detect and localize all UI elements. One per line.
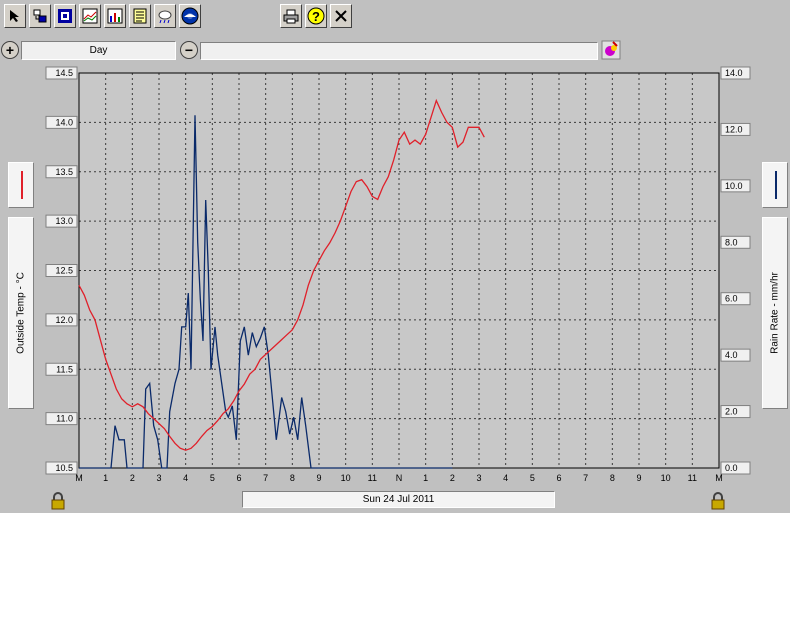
x-tick-label: 4	[503, 473, 508, 483]
y-left-tick-label: 14.5	[55, 68, 73, 78]
y-left-tick-label: 12.5	[55, 266, 73, 276]
x-tick-label: 8	[610, 473, 615, 483]
y-left-tick-label: 11.5	[56, 364, 73, 374]
x-tick-label: 5	[530, 473, 535, 483]
date-label: Sun 24 Jul 2011	[362, 494, 435, 505]
x-tick-label: 1	[103, 473, 108, 483]
y-right-tick-label: 0.0	[725, 463, 738, 473]
x-tick-label: 4	[183, 473, 188, 483]
x-tick-label: 6	[236, 473, 241, 483]
x-tick-label: 7	[583, 473, 588, 483]
x-tick-label: 11	[368, 473, 377, 483]
y-right-tick-label: 10.0	[725, 181, 743, 191]
weather-graph-window: ? + Day − Outside Temp - °C Rain Rate - …	[0, 0, 790, 513]
x-tick-label: 3	[476, 473, 481, 483]
right-lock-icon[interactable]	[711, 492, 725, 510]
date-label-bar[interactable]: Sun 24 Jul 2011	[242, 491, 555, 508]
y-left-tick-label: 11.0	[56, 414, 73, 424]
y-right-tick-label: 8.0	[725, 237, 738, 247]
y-left-tick-label: 14.0	[55, 117, 73, 127]
x-tick-label: 5	[210, 473, 215, 483]
x-tick-label: 11	[688, 473, 697, 483]
chart: M 1 2 3 4 5 6 7 8 9 10 11 N 1 2 3 4 5 6 7 8 9 10 11 M10.511.011.…	[45, 66, 751, 483]
y-right-tick-label: 6.0	[725, 294, 738, 304]
x-tick-label: 10	[661, 473, 671, 483]
x-tick-label: N	[396, 473, 403, 483]
y-right-tick-label: 14.0	[725, 68, 743, 78]
y-right-tick-label: 4.0	[725, 350, 738, 360]
y-left-tick-label: 13.5	[55, 167, 73, 177]
x-tick-label: 7	[263, 473, 268, 483]
x-tick-label: 2	[450, 473, 455, 483]
x-tick-label: 6	[556, 473, 561, 483]
y-left-tick-label: 12.0	[55, 315, 73, 325]
x-tick-label: 10	[341, 473, 351, 483]
x-tick-label: 9	[636, 473, 641, 483]
y-right-tick-label: 12.0	[725, 124, 743, 134]
y-left-tick-label: 10.5	[55, 463, 73, 473]
x-tick-label: 9	[316, 473, 321, 483]
x-tick-label: 8	[290, 473, 295, 483]
x-tick-label: 2	[130, 473, 135, 483]
left-lock-icon[interactable]	[51, 492, 65, 510]
y-right-tick-label: 2.0	[725, 407, 738, 417]
x-tick-label: 3	[156, 473, 161, 483]
x-tick-label: 1	[423, 473, 428, 483]
y-left-tick-label: 13.0	[55, 216, 73, 226]
